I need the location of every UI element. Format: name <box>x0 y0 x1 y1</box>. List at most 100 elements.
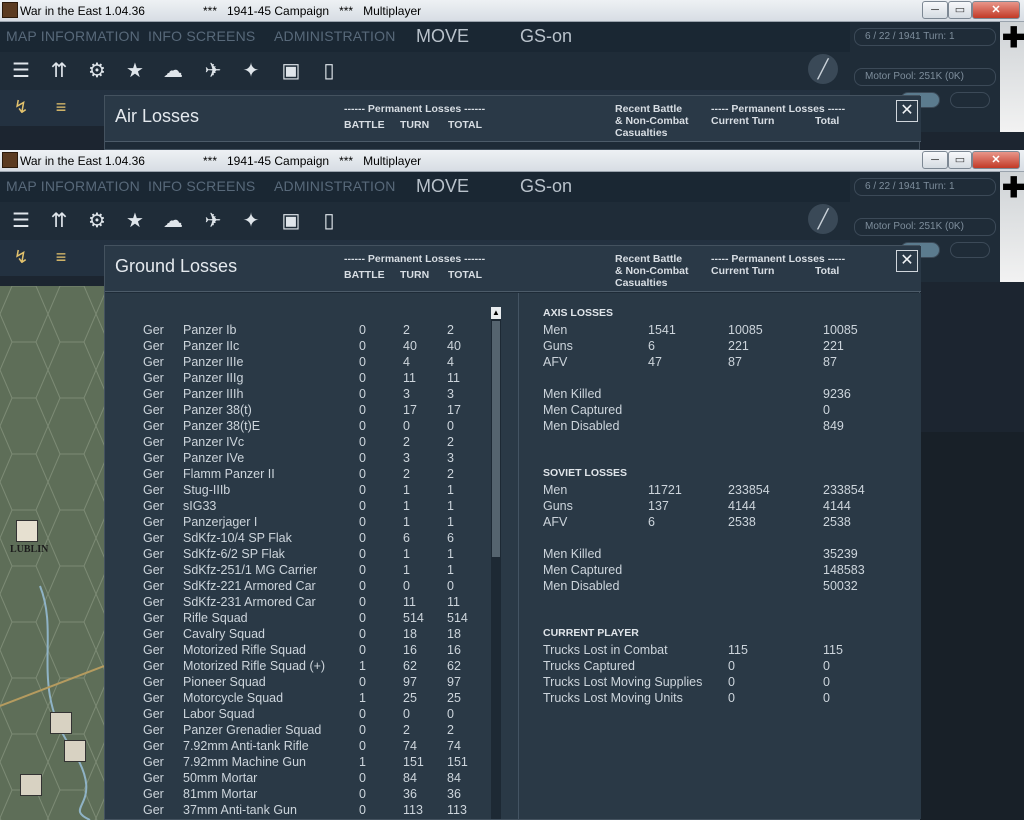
unit-turn: 11 <box>403 371 416 385</box>
unit-loss-row[interactable]: Ger Panzerjager I 0 1 1 <box>105 515 485 531</box>
tab-map-information[interactable]: MAP INFORMATION <box>6 178 140 194</box>
unit-loss-row[interactable]: Ger Panzer IIc 0 40 40 <box>105 339 485 355</box>
tab-info-screens[interactable]: INFO SCREENS <box>148 28 255 44</box>
toggle-pill[interactable] <box>950 92 990 108</box>
tab-map-information[interactable]: MAP INFORMATION <box>6 28 140 44</box>
minimize-button[interactable]: ─ <box>922 1 948 19</box>
scroll-thumb[interactable] <box>492 321 500 557</box>
close-window-button[interactable]: ✕ <box>972 1 1020 19</box>
weather-icon[interactable]: ☁ <box>160 58 186 84</box>
unit-loss-row[interactable]: Ger Labor Squad 0 0 0 <box>105 707 485 723</box>
document-icon[interactable]: ▯ <box>316 58 342 84</box>
unit-counter[interactable] <box>64 740 86 762</box>
unit-loss-row[interactable]: Ger Rifle Squad 0 514 514 <box>105 611 485 627</box>
unit-loss-row[interactable]: Ger SdKfz-10/4 SP Flak 0 6 6 <box>105 531 485 547</box>
unit-loss-row[interactable]: Ger Panzer 38(t)E 0 0 0 <box>105 419 485 435</box>
unit-turn: 84 <box>403 771 417 785</box>
unit-loss-row[interactable]: Ger Panzer IIIh 0 3 3 <box>105 387 485 403</box>
unit-loss-row[interactable]: Ger Panzer IIIe 0 4 4 <box>105 355 485 371</box>
satellite-icon[interactable]: ✦ <box>238 208 264 234</box>
tab-administration[interactable]: ADMINISTRATION <box>274 178 396 194</box>
pencil-icon[interactable]: ╱ <box>808 54 838 84</box>
unit-counter[interactable] <box>50 712 72 734</box>
soviet-loss-row-cell: Men <box>543 483 568 497</box>
unit-total: 74 <box>447 739 461 753</box>
star-icon[interactable]: ★ <box>122 58 148 84</box>
unit-loss-row[interactable]: Ger Panzer IIIg 0 11 11 <box>105 371 485 387</box>
mode-move[interactable]: MOVE <box>416 26 469 47</box>
unit-loss-row[interactable]: Ger Motorized Rifle Squad (+) 1 62 62 <box>105 659 485 675</box>
tab-administration[interactable]: ADMINISTRATION <box>274 28 396 44</box>
unit-loss-row[interactable]: Ger 37mm Anti-tank Gun 0 113 113 <box>105 803 485 819</box>
unit-loss-row[interactable]: Ger Panzer IVe 0 3 3 <box>105 451 485 467</box>
fuel-icon[interactable]: ▣ <box>278 58 304 84</box>
mode-move[interactable]: MOVE <box>416 176 469 197</box>
route-icon[interactable]: ↯ <box>8 244 34 270</box>
soviet-loss-row-cell: 11721 <box>648 483 682 497</box>
unit-counter[interactable] <box>20 774 42 796</box>
unit-battle: 0 <box>359 371 366 385</box>
dialog-title: Ground Losses <box>115 256 238 276</box>
gear-icon[interactable]: ⚙ <box>84 58 110 84</box>
weather-icon[interactable]: ☁ <box>160 208 186 234</box>
unit-battle: 0 <box>359 387 366 401</box>
unit-loss-row[interactable]: Ger Motorcycle Squad 1 25 25 <box>105 691 485 707</box>
unit-loss-row[interactable]: Ger 7.92mm Machine Gun 1 151 151 <box>105 755 485 771</box>
menu-bar: MAP INFORMATION INFO SCREENS ADMINISTRAT… <box>0 172 850 202</box>
satellite-icon[interactable]: ✦ <box>238 58 264 84</box>
airplanes-icon[interactable]: ✈ <box>200 58 226 84</box>
unit-nation: Ger <box>143 579 164 593</box>
dialog-close-button[interactable]: ✕ <box>896 100 918 122</box>
toggle-pill[interactable] <box>950 242 990 258</box>
unit-nation: Ger <box>143 675 164 689</box>
map-view[interactable]: LUBLIN <box>0 286 104 820</box>
soviet-detail-row-cell: Men Killed <box>543 547 602 561</box>
gs-toggle[interactable]: GS-on <box>520 26 572 47</box>
unit-battle: 0 <box>359 451 366 465</box>
window-back: War in the East 1.04.36 *** 1941-45 Camp… <box>0 0 1024 150</box>
unit-loss-row[interactable]: Ger SdKfz-221 Armored Car 0 0 0 <box>105 579 485 595</box>
airplanes-icon[interactable]: ✈ <box>200 208 226 234</box>
arrows-up-icon[interactable]: ⇈ <box>46 58 72 84</box>
unit-loss-row[interactable]: Ger 50mm Mortar 0 84 84 <box>105 771 485 787</box>
total-header-2: Total <box>815 265 840 277</box>
unit-loss-row[interactable]: Ger Cavalry Squad 0 18 18 <box>105 627 485 643</box>
arrows-up-icon[interactable]: ⇈ <box>46 208 72 234</box>
maximize-button[interactable]: ▭ <box>948 151 972 169</box>
unit-loss-row[interactable]: Ger Panzer Grenadier Squad 0 2 2 <box>105 723 485 739</box>
maximize-button[interactable]: ▭ <box>948 1 972 19</box>
scroll-up-arrow-icon[interactable]: ▲ <box>491 307 501 319</box>
unit-loss-row[interactable]: Ger Motorized Rifle Squad 0 16 16 <box>105 643 485 659</box>
star-icon[interactable]: ★ <box>122 208 148 234</box>
stack-icon[interactable]: ☰ <box>8 58 34 84</box>
train-icon[interactable]: ≡ <box>48 244 74 270</box>
route-icon[interactable]: ↯ <box>8 94 34 120</box>
unit-loss-row[interactable]: Ger 81mm Mortar 0 36 36 <box>105 787 485 803</box>
unit-loss-row[interactable]: Ger Panzer 38(t) 0 17 17 <box>105 403 485 419</box>
axis-detail-row-cell: Men Killed <box>543 387 602 401</box>
dialog-close-button[interactable]: ✕ <box>896 250 918 272</box>
stack-icon[interactable]: ☰ <box>8 208 34 234</box>
unit-total: 2 <box>447 723 454 737</box>
unit-loss-row[interactable]: Ger SdKfz-231 Armored Car 0 11 11 <box>105 595 485 611</box>
gear-icon[interactable]: ⚙ <box>84 208 110 234</box>
unit-loss-row[interactable]: Ger Stug-IIIb 0 1 1 <box>105 483 485 499</box>
unit-loss-row[interactable]: Ger Panzer IVc 0 2 2 <box>105 435 485 451</box>
train-icon[interactable]: ≡ <box>48 94 74 120</box>
fuel-icon[interactable]: ▣ <box>278 208 304 234</box>
unit-loss-row[interactable]: Ger sIG33 0 1 1 <box>105 499 485 515</box>
unit-counter[interactable] <box>16 520 38 542</box>
minimize-button[interactable]: ─ <box>922 151 948 169</box>
pencil-icon[interactable]: ╱ <box>808 204 838 234</box>
close-window-button[interactable]: ✕ <box>972 151 1020 169</box>
unit-loss-row[interactable]: Ger Panzer Ib 0 2 2 <box>105 323 485 339</box>
unit-loss-row[interactable]: Ger Flamm Panzer II 0 2 2 <box>105 467 485 483</box>
unit-list-scrollbar[interactable]: ▲ <box>491 307 501 819</box>
unit-loss-row[interactable]: Ger 7.92mm Anti-tank Rifle 0 74 74 <box>105 739 485 755</box>
gs-toggle[interactable]: GS-on <box>520 176 572 197</box>
unit-loss-row[interactable]: Ger Pioneer Squad 0 97 97 <box>105 675 485 691</box>
document-icon[interactable]: ▯ <box>316 208 342 234</box>
unit-loss-row[interactable]: Ger SdKfz-251/1 MG Carrier 0 1 1 <box>105 563 485 579</box>
tab-info-screens[interactable]: INFO SCREENS <box>148 178 255 194</box>
unit-loss-row[interactable]: Ger SdKfz-6/2 SP Flak 0 1 1 <box>105 547 485 563</box>
